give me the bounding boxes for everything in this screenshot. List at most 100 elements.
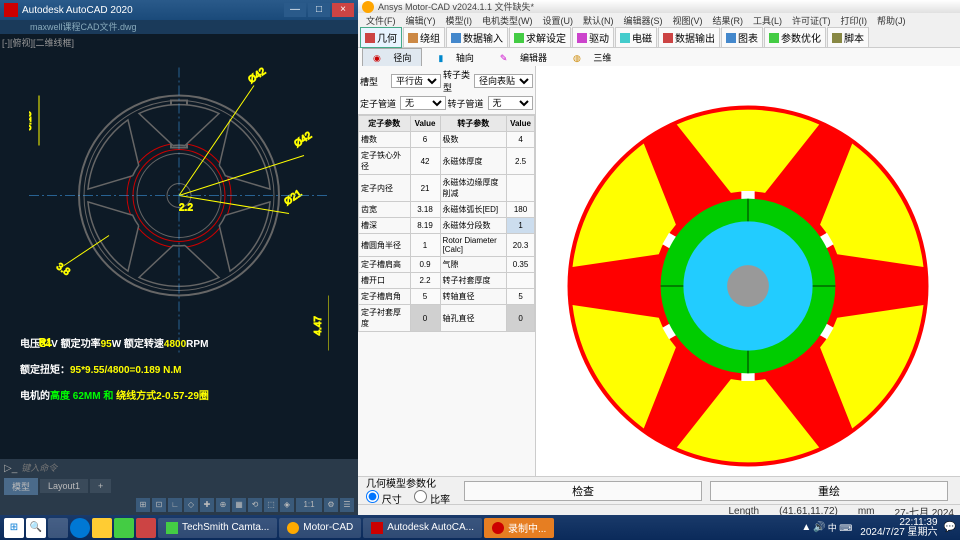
param-cell[interactable] (507, 175, 535, 202)
param-cell[interactable]: 2.5 (507, 148, 535, 175)
tab-drive[interactable]: 驱动 (572, 27, 614, 48)
tab-emag[interactable]: 电磁 (615, 27, 657, 48)
start-button[interactable]: ⊞ (4, 518, 24, 538)
autocad-statusbar: ⊞⊡ ∟◇ ✚⊕ ▦⟲ ⬚◈ 1:1 ⚙☰ (0, 495, 358, 515)
tab-chart[interactable]: 图表 (721, 27, 763, 48)
app-icon[interactable] (136, 518, 156, 538)
menu-item[interactable]: 编辑器(S) (620, 13, 667, 28)
notification-icon[interactable]: 💬 (944, 522, 956, 533)
menu-item[interactable]: 文件(F) (362, 13, 400, 28)
taskview-icon[interactable] (48, 518, 68, 538)
layout-tab[interactable]: Layout1 (40, 479, 88, 493)
stator-duct-select[interactable]: 无 (400, 96, 446, 110)
status-icon[interactable]: ⬚ (264, 498, 278, 512)
status-icon[interactable]: ⊡ (152, 498, 166, 512)
param-cell[interactable]: 0.9 (410, 257, 440, 273)
model-tab[interactable]: 模型 (4, 478, 38, 495)
param-cell[interactable] (507, 273, 535, 289)
tab-winding[interactable]: 绕组 (403, 27, 445, 48)
menu-item[interactable]: 模型(I) (442, 13, 477, 28)
clock[interactable]: 22:11:392024/7/27 星期六 (860, 518, 937, 538)
status-icon[interactable]: ∟ (168, 498, 182, 512)
taskbar-app[interactable]: 录制中... (484, 518, 554, 538)
subtab-axial[interactable]: ▮ 轴向 (428, 49, 483, 66)
menu-item[interactable]: 编辑(Y) (402, 13, 440, 28)
motorcad-titlebar[interactable]: Ansys Motor-CAD v2024.1.1 文件缺失* (358, 0, 960, 13)
param-cell[interactable]: 2.2 (410, 273, 440, 289)
command-line[interactable]: ▷_ (0, 459, 358, 477)
param-cell[interactable]: 1 (507, 218, 535, 234)
command-input[interactable] (21, 463, 354, 473)
menu-item[interactable]: 设置(U) (539, 13, 578, 28)
param-cell[interactable]: 0 (507, 305, 535, 332)
tab-geometry[interactable]: 几何 (360, 27, 402, 48)
check-button[interactable]: 检查 (464, 481, 702, 501)
param-cell[interactable]: 20.3 (507, 234, 535, 257)
status-icon[interactable]: ⟲ (248, 498, 262, 512)
layout-tabs: 模型 Layout1 + (0, 477, 358, 495)
param-cell[interactable]: 8.19 (410, 218, 440, 234)
add-layout-button[interactable]: + (90, 479, 111, 493)
menu-item[interactable]: 工具(L) (749, 13, 786, 28)
edge-icon[interactable] (70, 518, 90, 538)
autocad-titlebar[interactable]: Autodesk AutoCAD 2020 — □ × (0, 0, 358, 20)
param-cell: 定子衬套厚度 (359, 305, 411, 332)
param-cell[interactable]: 1 (410, 234, 440, 257)
param-cell[interactable]: 180 (507, 202, 535, 218)
status-icon[interactable]: ▦ (232, 498, 246, 512)
rotor-duct-select[interactable]: 无 (488, 96, 534, 110)
menu-item[interactable]: 许可证(T) (788, 13, 835, 28)
subtab-3d[interactable]: ◍ 三维 (563, 49, 621, 66)
status-icon[interactable]: ⊕ (216, 498, 230, 512)
param-cell[interactable]: 21 (410, 175, 440, 202)
status-icon[interactable]: ✚ (200, 498, 214, 512)
status-icon[interactable]: 1:1 (296, 498, 322, 512)
parameter-table[interactable]: 定子参数Value转子参数Value 槽数6极数4定子铁心外径42永磁体厚度2.… (358, 115, 535, 476)
tab-data-input[interactable]: 数据输入 (446, 27, 508, 48)
rotor-type-select[interactable]: 径向表贴 (474, 74, 533, 88)
param-cell[interactable]: 0 (410, 305, 440, 332)
param-cell[interactable]: 5 (410, 289, 440, 305)
app-icon[interactable] (114, 518, 134, 538)
param-cell[interactable]: 3.18 (410, 202, 440, 218)
status-icon[interactable]: ☰ (340, 498, 354, 512)
search-icon[interactable]: 🔍 (26, 518, 46, 538)
rotor-duct-label: 转子管道 (448, 97, 486, 110)
tray-ime[interactable]: 中 ⌨ (828, 521, 853, 534)
taskbar-app[interactable]: TechSmith Camta... (158, 518, 277, 538)
taskbar-app[interactable]: Motor-CAD (279, 518, 361, 538)
maximize-button[interactable]: □ (308, 3, 330, 17)
tab-optim[interactable]: 参数优化 (764, 27, 826, 48)
subtab-editor[interactable]: ✎ 编辑器 (490, 49, 557, 66)
motor-canvas[interactable] (536, 66, 960, 476)
status-icon[interactable]: ⚙ (324, 498, 338, 512)
tab-script[interactable]: 脚本 (827, 27, 869, 48)
menu-item[interactable]: 默认(N) (579, 13, 618, 28)
status-icon[interactable]: ⊞ (136, 498, 150, 512)
taskbar-app[interactable]: Autodesk AutoCA... (363, 518, 482, 538)
status-icon[interactable]: ◈ (280, 498, 294, 512)
status-icon[interactable]: ◇ (184, 498, 198, 512)
tab-data-output[interactable]: 数据输出 (658, 27, 720, 48)
slot-type-select[interactable]: 平行齿 (391, 74, 441, 88)
menu-item[interactable]: 打印(I) (837, 13, 872, 28)
tray-icon[interactable]: ▲ (801, 522, 811, 533)
minimize-button[interactable]: — (284, 3, 306, 17)
param-cell[interactable]: 4 (507, 132, 535, 148)
tray-icon[interactable]: 🔊 (813, 522, 825, 533)
param-cell[interactable]: 6 (410, 132, 440, 148)
menu-item[interactable]: 视图(V) (669, 13, 707, 28)
menu-item[interactable]: 电机类型(W) (478, 13, 537, 28)
autocad-viewport[interactable]: [-][俯视][二维线框] (0, 34, 358, 459)
explorer-icon[interactable] (92, 518, 112, 538)
param-cell[interactable]: 42 (410, 148, 440, 175)
menu-item[interactable]: 帮助(J) (873, 13, 910, 28)
param-cell[interactable]: 5 (507, 289, 535, 305)
close-button[interactable]: × (332, 3, 354, 17)
menu-item[interactable]: 结果(R) (709, 13, 748, 28)
command-icon: ▷_ (4, 463, 17, 474)
redraw-button[interactable]: 重绘 (710, 481, 948, 501)
param-cell[interactable]: 0.35 (507, 257, 535, 273)
tab-solve[interactable]: 求解设定 (509, 27, 571, 48)
subtab-radial[interactable]: ◉ 径向 (362, 48, 422, 67)
